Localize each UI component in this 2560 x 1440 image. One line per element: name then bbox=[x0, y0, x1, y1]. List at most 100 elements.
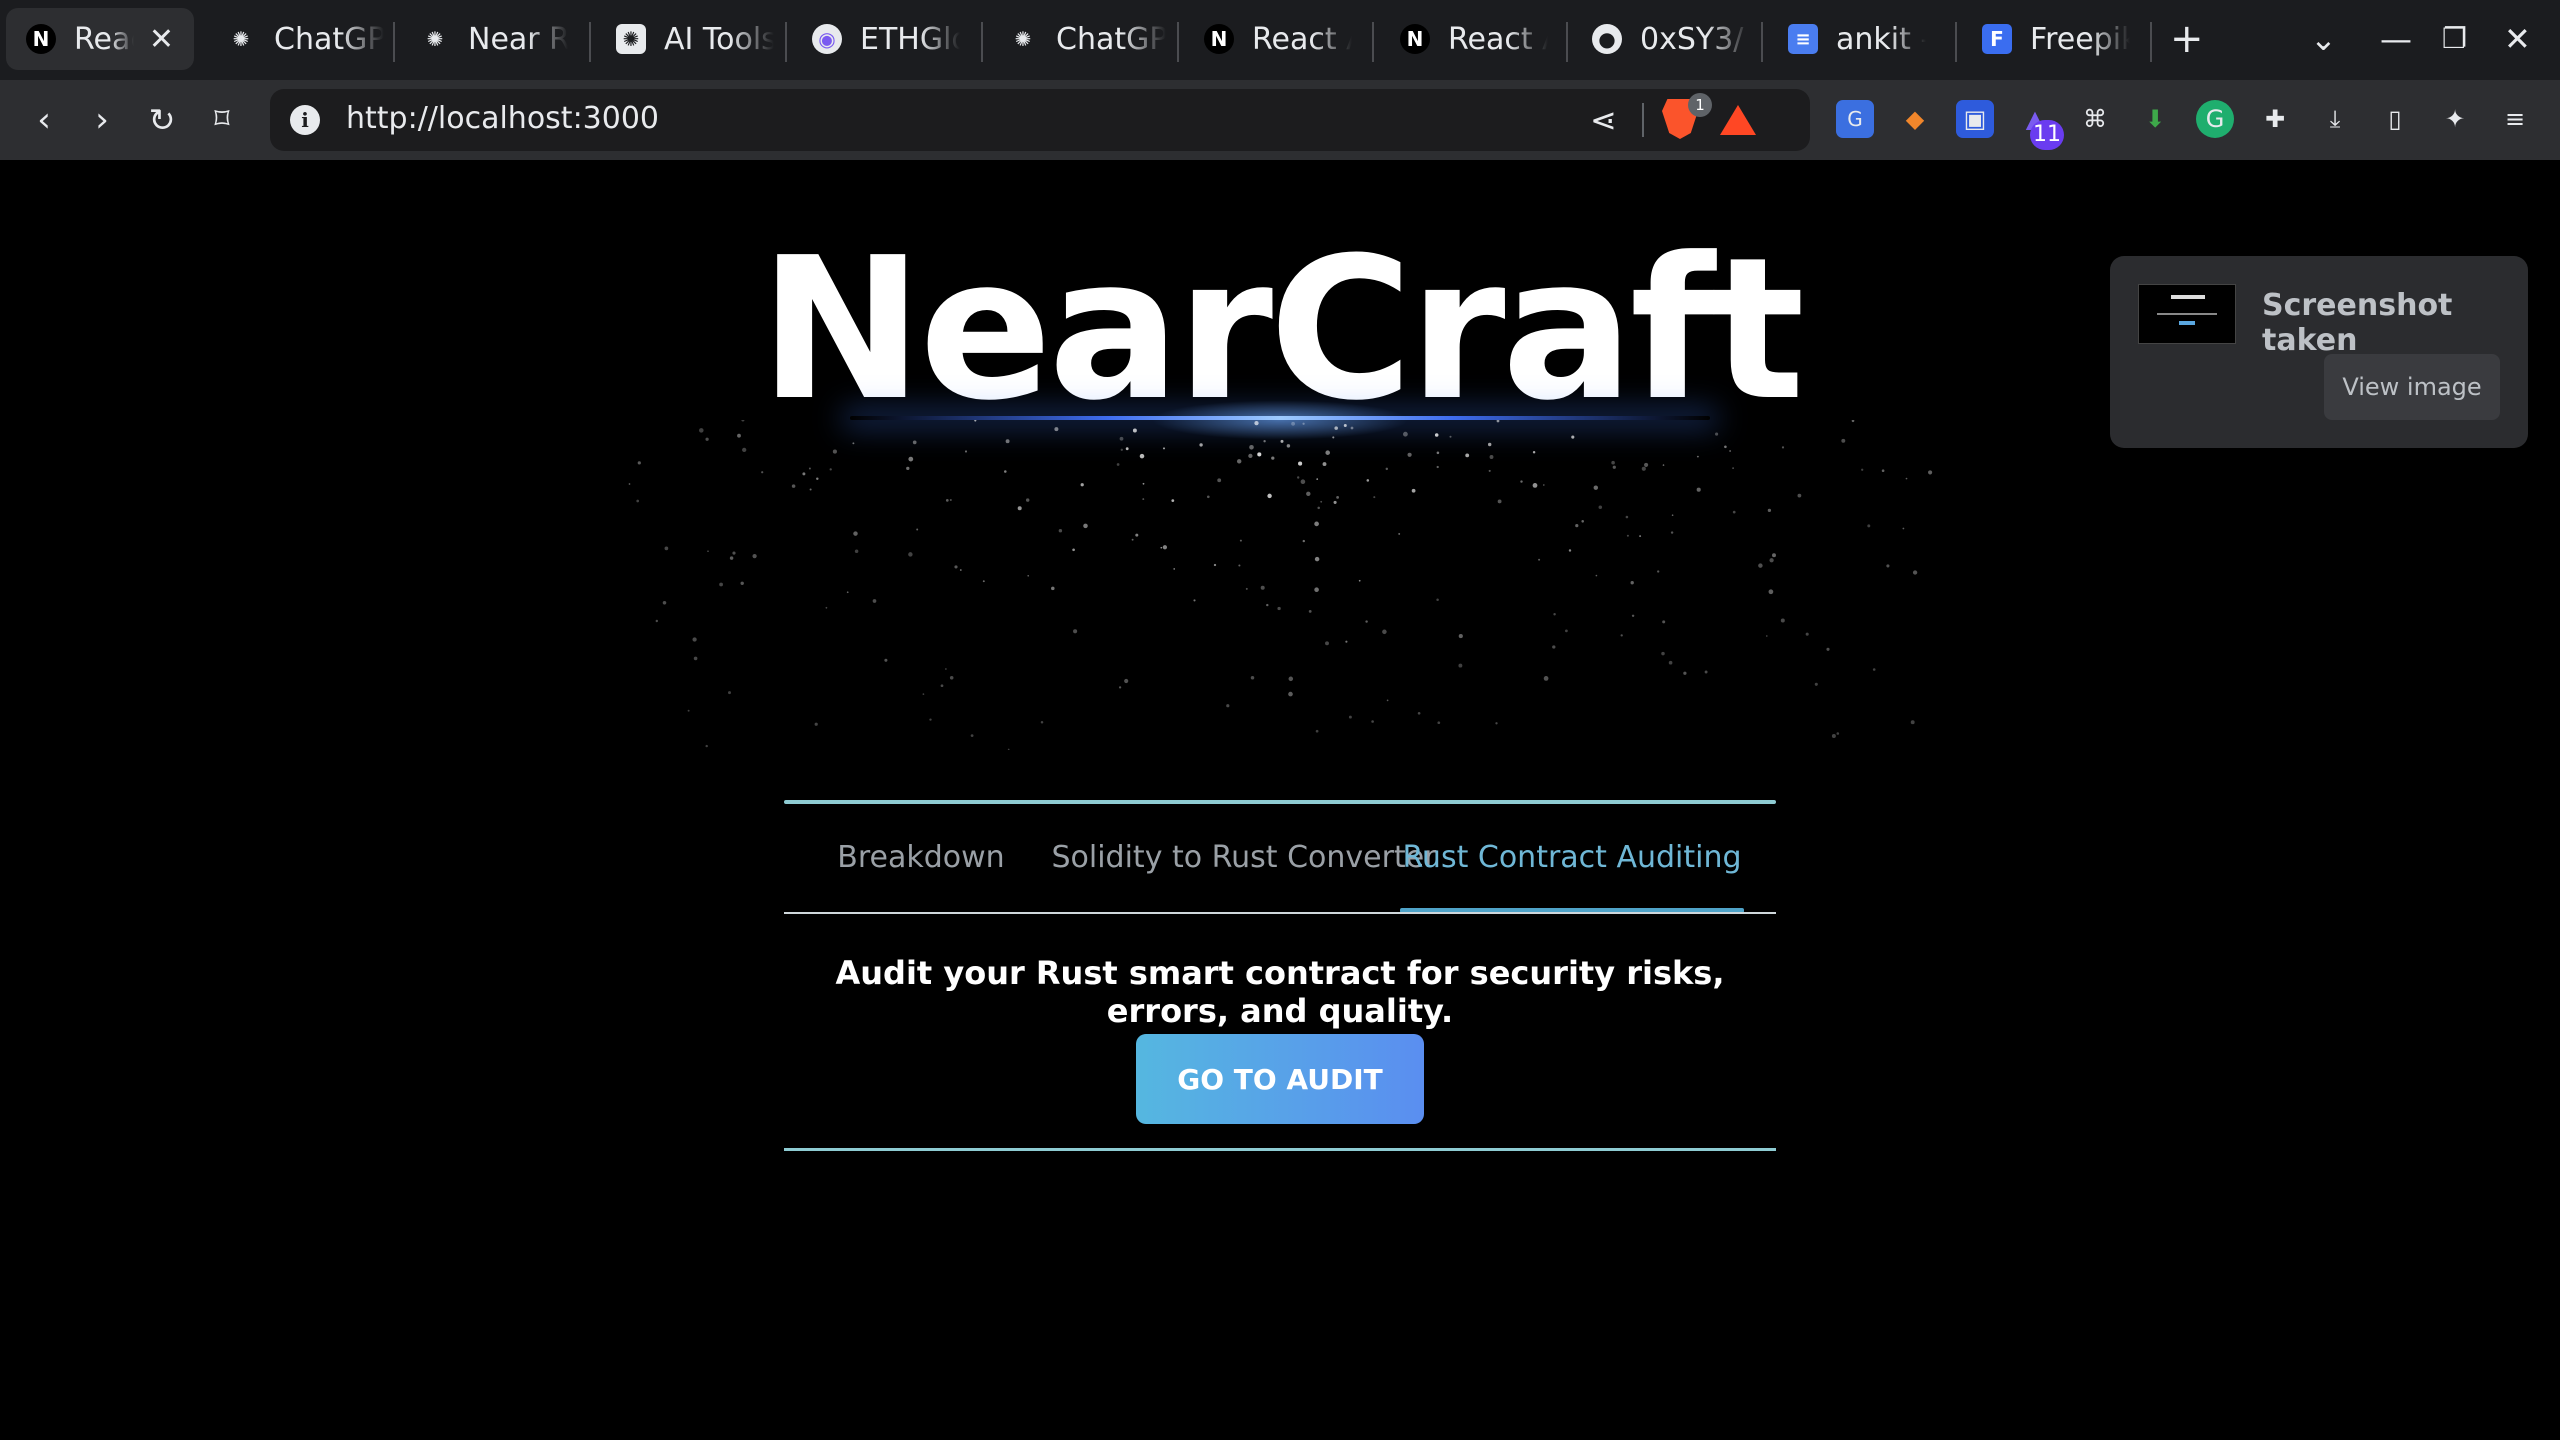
shields-count-badge: 1 bbox=[1688, 93, 1712, 117]
sparkle-particle bbox=[1612, 465, 1616, 469]
browser-tab-google-docs[interactable]: ≡ ankit - bbox=[1768, 8, 1954, 70]
browser-tab-ethglobal[interactable]: ◉ ETHGlobal bbox=[792, 8, 978, 70]
sparkle-particle bbox=[829, 468, 832, 471]
sparkle-particle bbox=[1336, 496, 1339, 499]
sparkle-particle bbox=[1436, 451, 1440, 455]
browser-tab-react-app[interactable]: N React App ✕ bbox=[6, 8, 194, 70]
sparkle-particle bbox=[974, 420, 977, 422]
sparkle-particle bbox=[1291, 421, 1296, 426]
omnibox-divider bbox=[1642, 103, 1644, 137]
sparkle-particle bbox=[1385, 467, 1389, 471]
sparkle-particle bbox=[1245, 587, 1248, 590]
sparkle-particle bbox=[1314, 521, 1319, 527]
reload-icon[interactable]: ↻ bbox=[140, 98, 184, 142]
browser-tab-react-app-2[interactable]: N React App bbox=[1184, 8, 1370, 70]
sparkle-particle bbox=[719, 582, 723, 587]
sparkle-particle bbox=[1373, 496, 1376, 499]
sparkle-particle bbox=[1314, 587, 1319, 592]
sparkle-particle bbox=[1593, 485, 1599, 490]
metamask-icon[interactable]: ◆ bbox=[1896, 100, 1934, 138]
minimize-icon[interactable]: — bbox=[2380, 14, 2412, 64]
sparkle-particle bbox=[1872, 668, 1876, 671]
window-close-icon[interactable]: ✕ bbox=[2504, 14, 2531, 64]
sparkle-particle bbox=[1496, 420, 1500, 423]
sparkle-particle bbox=[1017, 506, 1022, 511]
restore-icon[interactable]: ❐ bbox=[2442, 14, 2467, 64]
tab-divider bbox=[981, 22, 983, 62]
grammarly-icon[interactable]: G bbox=[2196, 100, 2234, 138]
new-tab-button[interactable]: + bbox=[2170, 14, 2204, 64]
sparkle-particle bbox=[1267, 493, 1272, 499]
screenshot-thumbnail[interactable] bbox=[2138, 284, 2236, 344]
sparkle-particle bbox=[692, 637, 697, 642]
tab-breakdown[interactable]: Breakdown bbox=[824, 808, 1018, 912]
browser-tab-freepik[interactable]: F Freepik bbox=[1962, 8, 2148, 70]
sparkle-particle bbox=[1316, 478, 1319, 480]
sparkle-particle bbox=[884, 658, 888, 662]
browser-tab-near-rust[interactable]: ✺ Near Rust bbox=[400, 8, 586, 70]
share-icon[interactable]: ⋖ bbox=[1590, 101, 1617, 139]
sparkle-particle bbox=[741, 420, 745, 422]
menu-icon[interactable]: ≡ bbox=[2496, 100, 2534, 138]
sparkle-particle bbox=[906, 466, 910, 471]
download-extension-icon[interactable]: ⬇ bbox=[2136, 100, 2174, 138]
leo-ai-icon[interactable]: ✦ bbox=[2436, 100, 2474, 138]
extensions-puzzle-icon[interactable]: ✚ bbox=[2256, 100, 2294, 138]
sparkle-particle bbox=[1120, 448, 1123, 451]
sparkle-particle bbox=[1620, 634, 1623, 637]
sparkle-particle bbox=[1826, 647, 1830, 651]
sparkle-particle bbox=[1333, 500, 1337, 504]
sparkle-particle bbox=[1248, 453, 1253, 459]
close-tab-icon[interactable]: ✕ bbox=[149, 22, 174, 57]
next-icon: N bbox=[1204, 24, 1234, 54]
google-translate-icon[interactable]: G bbox=[1836, 100, 1874, 138]
browser-tab-chatgpt-2[interactable]: ✺ ChatGPT bbox=[988, 8, 1174, 70]
sparkle-particle bbox=[929, 718, 932, 721]
browser-tab-ai-tools[interactable]: ✺ AI Tools bbox=[596, 8, 782, 70]
sparkle-particle bbox=[949, 498, 952, 502]
sparkle-particle bbox=[729, 556, 734, 560]
tab-solidity-to-rust-converter[interactable]: Solidity to Rust Converter bbox=[1048, 808, 1440, 912]
tab-search-chevron-icon[interactable]: ⌄ bbox=[2310, 14, 2337, 64]
browser-tab-github[interactable]: ● 0xSY3/ bbox=[1572, 8, 1758, 70]
browser-tab-react-app-3[interactable]: N React App bbox=[1380, 8, 1566, 70]
tab-rust-contract-auditing[interactable]: Rust Contract Auditing bbox=[1400, 808, 1744, 912]
sparkle-particle bbox=[1193, 599, 1196, 602]
sparkle-particle bbox=[1025, 498, 1030, 502]
forward-icon[interactable]: › bbox=[80, 98, 124, 142]
sparkle-particle bbox=[1332, 436, 1335, 439]
sparkle-particle bbox=[1236, 459, 1242, 464]
sparkle-particle bbox=[1639, 535, 1642, 538]
bookmark-icon[interactable]: ⌑ bbox=[200, 98, 244, 142]
sidebar-icon[interactable]: ▯ bbox=[2376, 100, 2414, 138]
sparkle-particle bbox=[1861, 468, 1864, 471]
sparkle-particle bbox=[1732, 467, 1734, 469]
sparkle-particle bbox=[1696, 487, 1701, 492]
view-image-button[interactable]: View image bbox=[2324, 354, 2500, 420]
sparkle-particle bbox=[655, 619, 659, 623]
back-icon[interactable]: ‹ bbox=[22, 98, 66, 142]
site-info-icon[interactable]: i bbox=[290, 105, 320, 135]
sparkle-particle bbox=[1124, 678, 1129, 684]
brave-rewards-icon[interactable] bbox=[1720, 105, 1756, 135]
sparkle-particle bbox=[852, 442, 855, 445]
extension-shield-icon[interactable]: ▣ bbox=[1956, 100, 1994, 138]
sparkle-particle bbox=[1142, 498, 1145, 501]
sparkle-particle bbox=[1116, 463, 1120, 466]
sparkle-particle bbox=[1881, 469, 1885, 473]
tabs-divider bbox=[784, 912, 1776, 914]
downloads-icon[interactable]: ⤓ bbox=[2316, 100, 2354, 138]
address-bar[interactable]: i http://localhost:3000 ⋖ 1 bbox=[270, 89, 1810, 151]
sparkle-particle bbox=[1780, 618, 1785, 623]
sparkle-particle bbox=[1007, 748, 1010, 750]
sparkle-particle bbox=[908, 552, 913, 557]
url-text[interactable]: http://localhost:3000 bbox=[346, 101, 659, 136]
go-to-audit-button[interactable]: GO TO AUDIT bbox=[1136, 1034, 1424, 1124]
sparkle-particle bbox=[853, 531, 858, 536]
sparkle-particle bbox=[1382, 629, 1387, 635]
browser-tab-chatgpt[interactable]: ✺ ChatGPT bbox=[206, 8, 392, 70]
sparkle-particle bbox=[1125, 447, 1129, 451]
browser-toolbar: ‹ › ↻ ⌑ i http://localhost:3000 ⋖ 1 G ◆ … bbox=[0, 80, 2560, 160]
sparkle-particle bbox=[1436, 598, 1439, 601]
extension-command-icon[interactable]: ⌘ bbox=[2076, 100, 2114, 138]
